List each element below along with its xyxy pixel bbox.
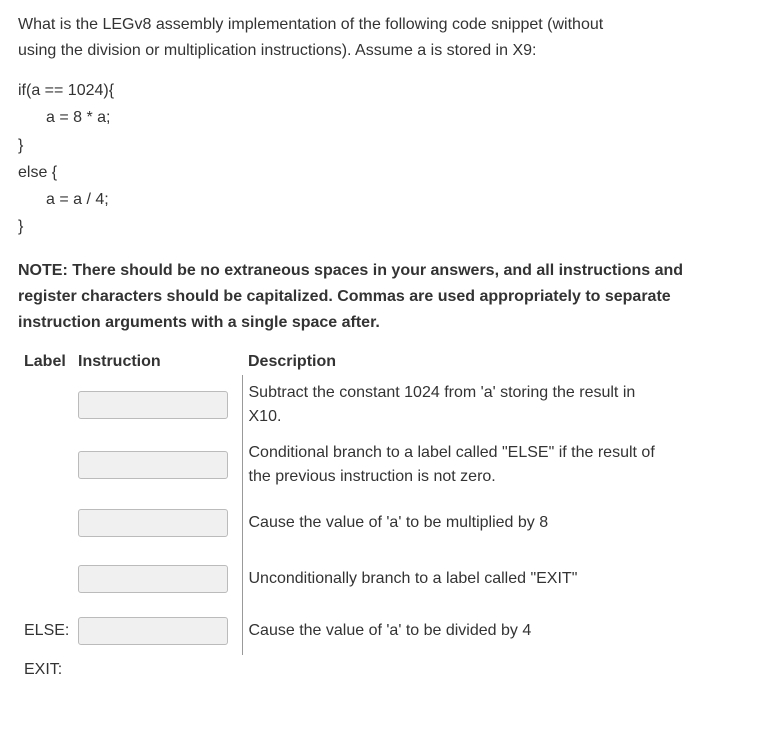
instruction-input[interactable] xyxy=(78,451,228,479)
table-row: Subtract the constant 1024 from 'a' stor… xyxy=(18,375,741,435)
row-label: EXIT: xyxy=(18,655,72,685)
row-label xyxy=(18,551,72,607)
table-row: ELSE: Cause the value of 'a' to be divid… xyxy=(18,607,741,655)
table-row: Conditional branch to a label called "EL… xyxy=(18,435,741,495)
table-row: EXIT: xyxy=(18,655,741,685)
note-line3: instruction arguments with a single spac… xyxy=(18,314,380,331)
row-description: Conditional branch to a label called "EL… xyxy=(242,435,741,495)
row-label xyxy=(18,375,72,435)
table-row: Cause the value of 'a' to be multiplied … xyxy=(18,495,741,551)
instruction-input[interactable] xyxy=(78,391,228,419)
table-row: Unconditionally branch to a label called… xyxy=(18,551,741,607)
code-line: } xyxy=(18,132,741,159)
instruction-input[interactable] xyxy=(78,509,228,537)
row-description: Cause the value of 'a' to be multiplied … xyxy=(242,495,741,551)
question-line2: using the division or multiplication ins… xyxy=(18,42,536,59)
row-label: ELSE: xyxy=(18,607,72,655)
header-instruction: Instruction xyxy=(72,349,242,375)
note-text: NOTE: There should be no extraneous spac… xyxy=(18,258,741,335)
code-line: } xyxy=(18,213,741,240)
code-line: a = 8 * a; xyxy=(18,104,741,131)
code-block: if(a == 1024){ a = 8 * a; } else { a = a… xyxy=(18,77,741,240)
header-description: Description xyxy=(242,349,741,375)
question-text: What is the LEGv8 assembly implementatio… xyxy=(18,12,741,63)
instruction-input[interactable] xyxy=(78,617,228,645)
answer-table: Label Instruction Description Subtract t… xyxy=(18,349,741,685)
code-line: if(a == 1024){ xyxy=(18,77,741,104)
header-label: Label xyxy=(18,349,72,375)
note-line1: NOTE: There should be no extraneous spac… xyxy=(18,262,683,279)
question-line1: What is the LEGv8 assembly implementatio… xyxy=(18,16,603,33)
row-description: Unconditionally branch to a label called… xyxy=(242,551,741,607)
code-line: a = a / 4; xyxy=(18,186,741,213)
row-description: Cause the value of 'a' to be divided by … xyxy=(242,607,741,655)
row-description: Subtract the constant 1024 from 'a' stor… xyxy=(242,375,741,435)
note-line2: register characters should be capitalize… xyxy=(18,288,671,305)
code-line: else { xyxy=(18,159,741,186)
instruction-input[interactable] xyxy=(78,565,228,593)
row-label xyxy=(18,495,72,551)
row-label xyxy=(18,435,72,495)
